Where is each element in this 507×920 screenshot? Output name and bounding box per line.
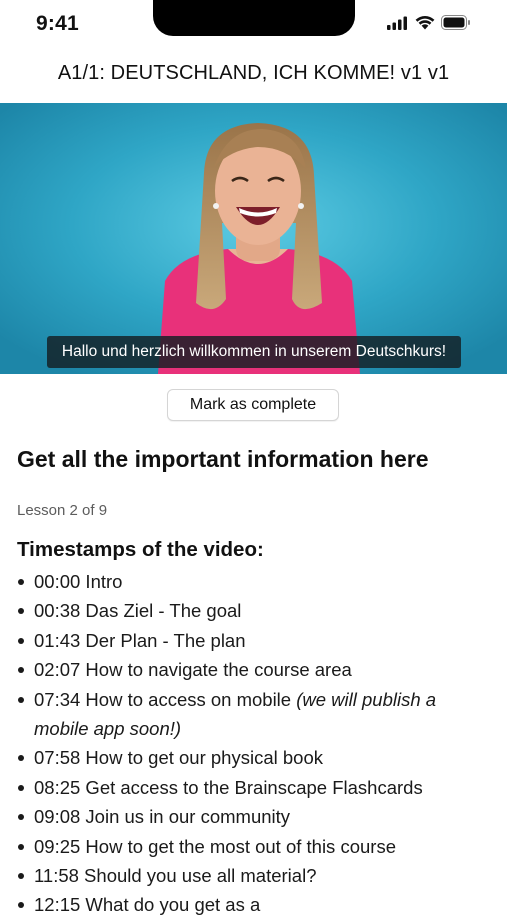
timestamp-item: 09:25 How to get the most out of this co… bbox=[17, 832, 487, 861]
timestamp-item: 00:00 Intro bbox=[17, 567, 487, 596]
lesson-title: A1/1: DEUTSCHLAND, ICH KOMME! v1 v1 bbox=[57, 62, 450, 84]
video-frame bbox=[0, 103, 507, 374]
section-heading: Get all the important information here bbox=[17, 446, 429, 472]
timestamp-list: 00:00 Intro 00:38 Das Ziel - The goal 01… bbox=[17, 567, 487, 920]
timestamp-item: 01:43 Der Plan - The plan bbox=[17, 626, 487, 655]
timestamp-text: 07:58 How to get our physical book bbox=[34, 747, 323, 769]
timestamp-text: 07:34 How to access on mobile bbox=[34, 688, 297, 710]
status-bar: 9:41 bbox=[0, 0, 507, 50]
timestamp-text: 02:07 How to navigate the course area bbox=[34, 659, 352, 681]
wifi-icon bbox=[415, 15, 435, 30]
timestamp-text: 00:38 Das Ziel - The goal bbox=[34, 600, 242, 622]
timestamps-heading: Timestamps of the video: bbox=[17, 538, 264, 561]
timestamp-item: 08:25 Get access to the Brainscape Flash… bbox=[17, 773, 487, 802]
camera-notch bbox=[153, 0, 355, 36]
status-time: 9:41 bbox=[36, 12, 79, 35]
timestamp-item: 12:15 What do you get as a bbox=[17, 890, 487, 919]
timestamp-text: 09:25 How to get the most out of this co… bbox=[34, 835, 396, 857]
lesson-counter: Lesson 2 of 9 bbox=[17, 502, 108, 519]
timestamp-text: 00:00 Intro bbox=[34, 571, 123, 592]
video-player[interactable]: Hallo und herzlich willkommen in unserem… bbox=[0, 103, 507, 374]
timestamp-item: 09:08 Join us in our community bbox=[17, 802, 487, 831]
battery-icon bbox=[441, 15, 470, 30]
timestamp-item: 11:58 Should you use all material? bbox=[17, 861, 487, 890]
timestamp-item: 02:07 How to navigate the course area bbox=[17, 655, 487, 684]
timestamp-item: 00:38 Das Ziel - The goal bbox=[17, 596, 487, 625]
timestamp-item: 07:58 How to get our physical book bbox=[17, 743, 487, 772]
timestamp-text: 11:58 Should you use all material? bbox=[34, 865, 317, 887]
timestamp-text: 12:15 What do you get as a bbox=[34, 894, 261, 916]
timestamp-text: 09:08 Join us in our community bbox=[34, 806, 291, 828]
timestamp-item: 07:34 How to access on mobile (we will p… bbox=[17, 685, 487, 744]
signal-icon bbox=[387, 16, 407, 30]
status-icons bbox=[387, 15, 471, 30]
video-subtitle: Hallo und herzlich willkommen in unserem… bbox=[47, 336, 461, 368]
mark-complete-button[interactable]: Mark as complete bbox=[167, 389, 339, 421]
timestamp-text: 01:43 Der Plan - The plan bbox=[34, 629, 246, 651]
timestamp-text: 08:25 Get access to the Brainscape Flash… bbox=[34, 776, 423, 798]
